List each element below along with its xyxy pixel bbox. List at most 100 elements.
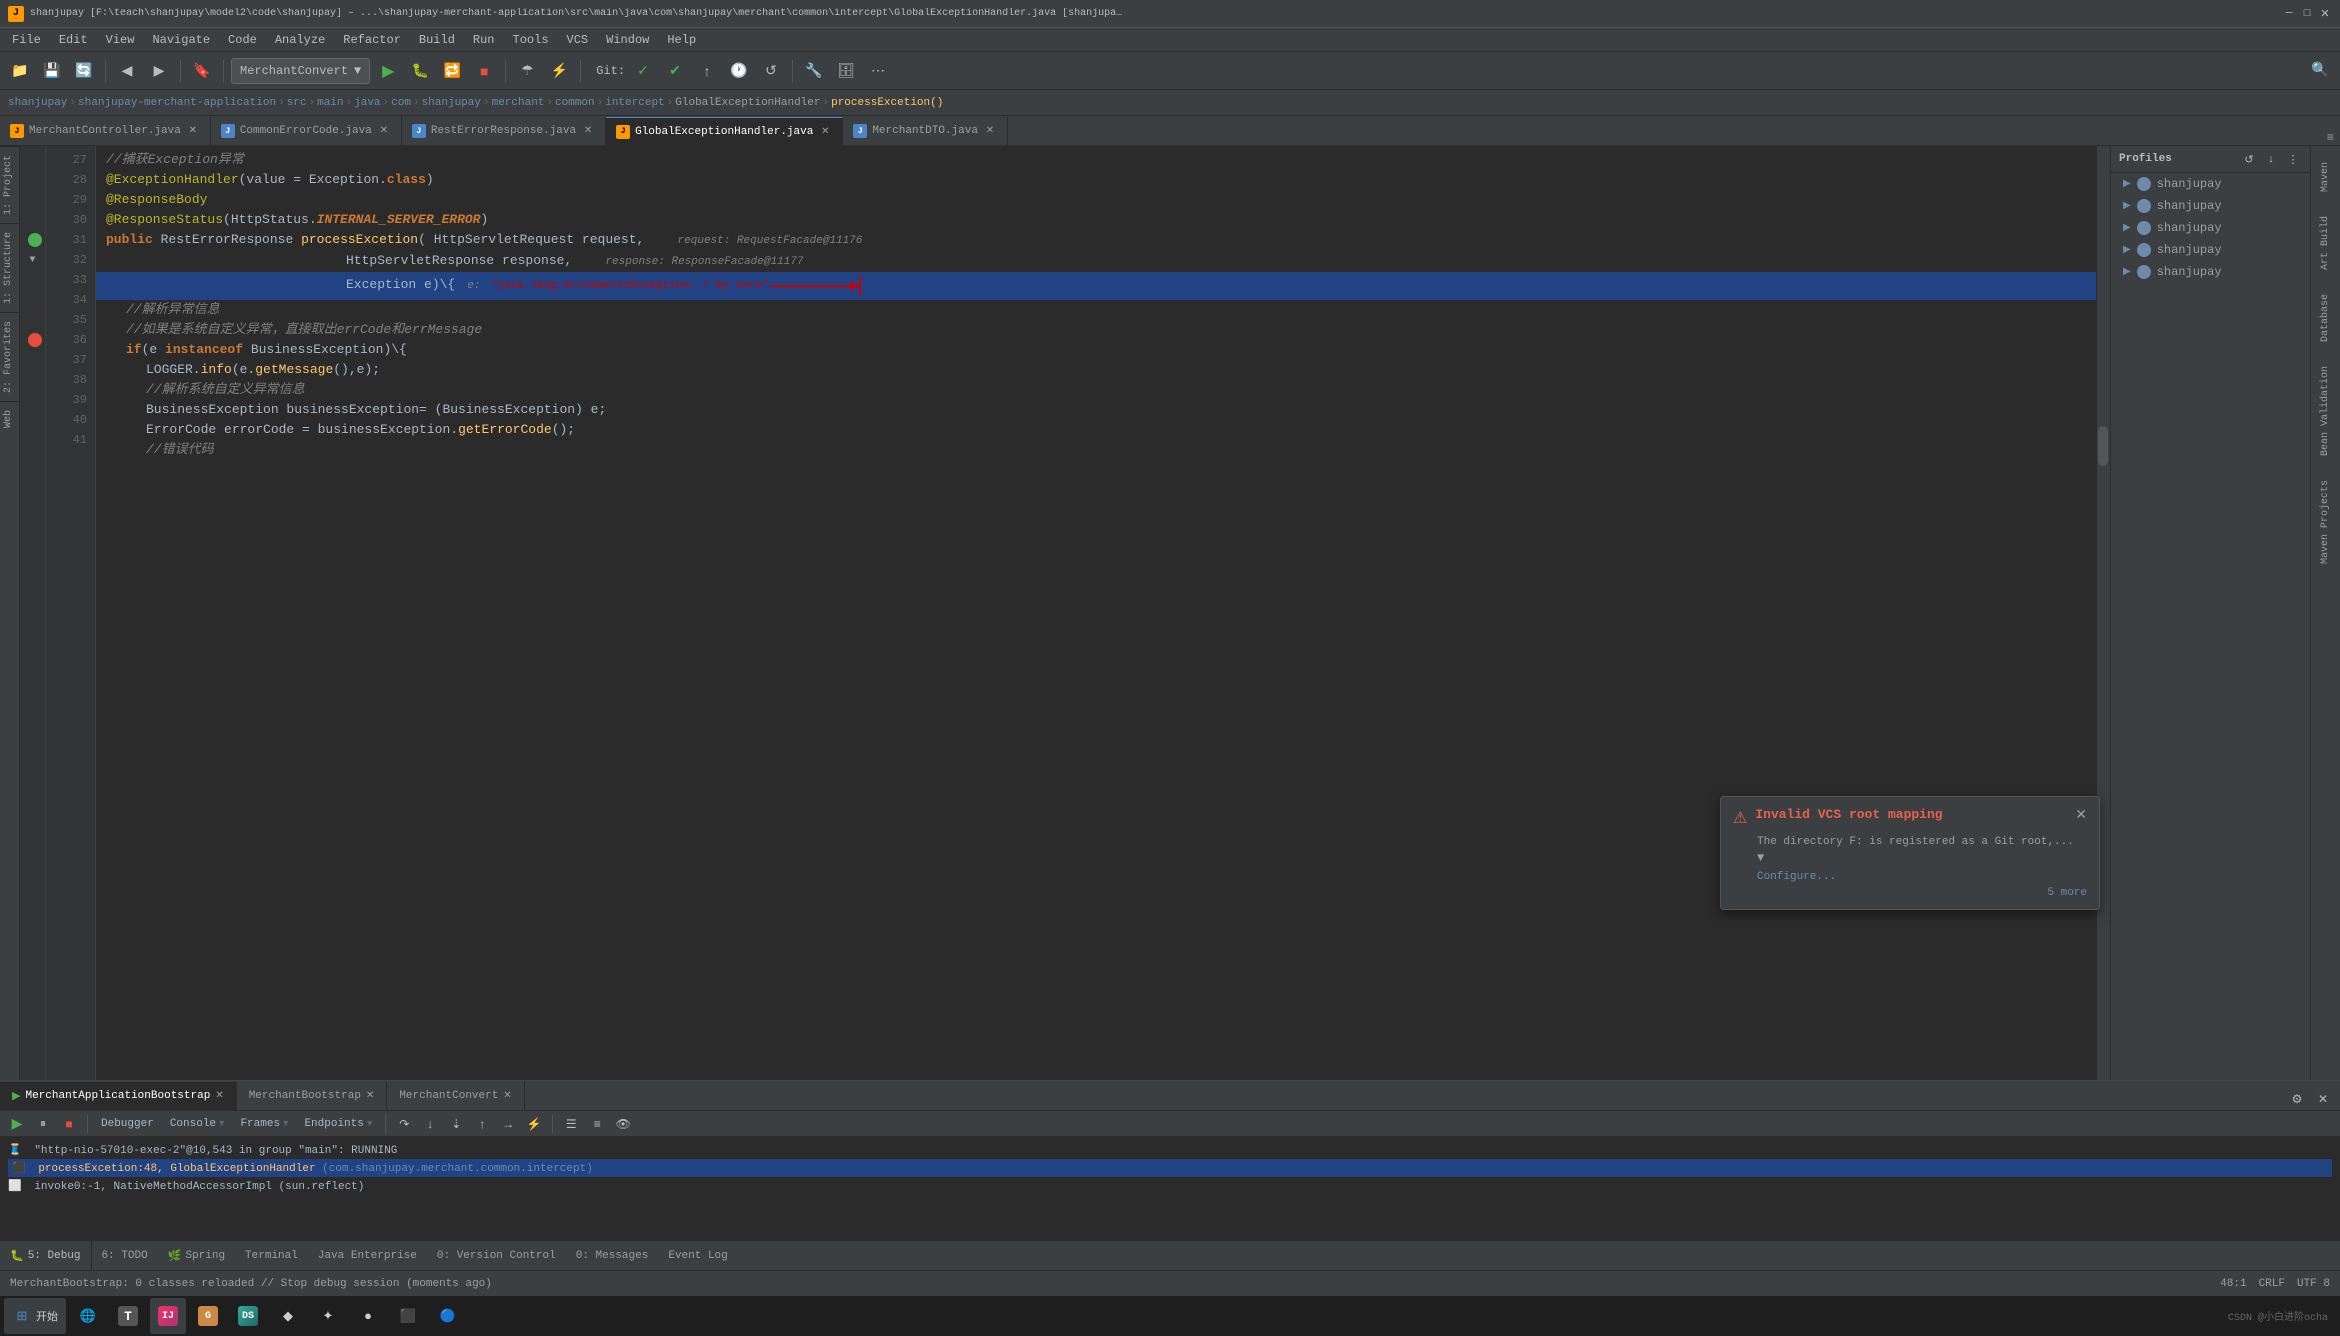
database-button[interactable]: 🗄 [832,57,860,85]
more-tabs-button[interactable]: ≡ [2327,131,2334,145]
run-config-dropdown[interactable]: MerchantConvert ▼ [231,58,370,84]
intellij-button[interactable]: IJ [150,1298,186,1334]
profile-item-3[interactable]: ▶ shanjupay [2111,217,2310,239]
save-button[interactable]: 💾 [38,57,66,85]
version-control-tab[interactable]: 0: Version Control [427,1241,566,1270]
breadcrumb-src[interactable]: src [287,97,307,109]
open-folder-button[interactable]: 📁 [6,57,34,85]
frames-subtab[interactable]: Frames ▼ [234,1116,294,1132]
more-tools-button[interactable]: ⋯ [864,57,892,85]
todo-tab[interactable]: 6: TODO [92,1241,158,1270]
menu-navigate[interactable]: Navigate [144,31,218,49]
debug-tab-merchant-convert[interactable]: MerchantConvert ✕ [387,1082,524,1110]
settings-button[interactable]: 🔧 [800,57,828,85]
tab-close-button[interactable]: ✕ [818,125,832,139]
messages-tab[interactable]: 0: Messages [566,1241,659,1270]
app5-button[interactable]: 🔵 [430,1298,466,1334]
breadcrumb-intercept[interactable]: intercept [605,97,664,109]
menu-analyze[interactable]: Analyze [267,31,333,49]
evaluate-button[interactable]: ⚡ [523,1113,545,1135]
vertical-scrollbar[interactable] [2096,146,2110,1080]
bookmark-button[interactable]: 🔖 [188,57,216,85]
step-over-button[interactable]: ↷ [393,1113,415,1135]
menu-build[interactable]: Build [411,31,463,49]
global-search-button[interactable]: 🔍 [2306,57,2334,85]
menu-refactor[interactable]: Refactor [335,31,409,49]
java-enterprise-tab[interactable]: Java Enterprise [308,1241,427,1270]
terminal-tab[interactable]: Terminal [235,1241,308,1270]
notif-expand-button[interactable]: ▼ [1757,851,1764,865]
structure-panel-tab[interactable]: 1: Structure [0,223,19,312]
refresh-profiles-button[interactable]: ↺ [2240,150,2258,168]
breadcrumb-merchant-app[interactable]: shanjupay-merchant-application [78,97,276,109]
menu-file[interactable]: File [4,31,49,49]
debug-tab-close3[interactable]: ✕ [503,1090,511,1102]
reload-button[interactable]: 🔁 [438,57,466,85]
debug-line-2[interactable]: ⬛ processExcetion:48, GlobalExceptionHan… [8,1159,2332,1177]
event-log-tab[interactable]: Event Log [658,1241,737,1270]
start-button[interactable]: ⊞ 开始 [4,1298,66,1334]
debug-tab-close2[interactable]: ✕ [366,1090,374,1102]
debug-tab-close[interactable]: ✕ [215,1090,223,1102]
code-editor[interactable]: //捕获Exception异常 @ExceptionHandler(value … [96,146,2096,1080]
breadcrumb-file[interactable]: GlobalExceptionHandler [675,97,820,109]
maximize-button[interactable]: □ [2300,7,2314,21]
app1-button[interactable]: ◆ [270,1298,306,1334]
frames-dropdown[interactable]: ▼ [283,1119,288,1129]
debugger-subtab[interactable]: Debugger [95,1116,160,1132]
close-button[interactable]: ✕ [2318,7,2332,21]
git-push-button[interactable]: ↑ [693,57,721,85]
charset-status[interactable]: UTF 8 [2297,1278,2330,1290]
force-step-into-button[interactable]: ⇣ [445,1113,467,1135]
minimize-button[interactable]: ─ [2282,7,2296,21]
menu-view[interactable]: View [98,31,143,49]
tab-merchant-controller[interactable]: J MerchantController.java ✕ [0,117,211,145]
git-rollback-button[interactable]: ↺ [757,57,785,85]
bean-validation-tab[interactable]: Bean Validation [2316,358,2335,464]
profile-button[interactable]: ⚡ [545,57,573,85]
profile-item-5[interactable]: ▶ shanjupay [2111,261,2310,283]
breadcrumb-method[interactable]: processExcetion() [831,97,943,109]
breadcrumb-java[interactable]: java [354,97,380,109]
menu-run[interactable]: Run [465,31,503,49]
debug-line-1[interactable]: 🧵 "http-nio-57010-exec-2"@10,543 in grou… [8,1141,2332,1159]
notif-more-button[interactable]: 5 more [1733,887,2087,899]
app2-button[interactable]: ✦ [310,1298,346,1334]
notif-configure-link[interactable]: Configure... [1757,871,2087,883]
breadcrumb-shanjupay2[interactable]: shanjupay [422,97,481,109]
line-endings[interactable]: CRLF [2259,1278,2285,1290]
coverage-button[interactable]: ☂ [513,57,541,85]
console-dropdown[interactable]: ▼ [219,1119,224,1129]
menu-tools[interactable]: Tools [505,31,557,49]
run-button[interactable]: ▶ [374,57,402,85]
breadcrumb-merchant[interactable]: merchant [492,97,545,109]
endpoints-dropdown[interactable]: ▼ [367,1119,372,1129]
tab-common-error[interactable]: J CommonErrorCode.java ✕ [211,117,402,145]
favorites-panel-tab[interactable]: 2: Favorites [0,312,19,401]
art-build-tab[interactable]: Art Build [2316,208,2335,278]
resume-button[interactable]: ▶ [6,1113,28,1135]
app4-button[interactable]: ⬛ [390,1298,426,1334]
git-commit-button[interactable]: ✔ [661,57,689,85]
tab-merchant-dto[interactable]: J MerchantDTO.java ✕ [843,117,1008,145]
breadcrumb-shanjupay[interactable]: shanjupay [8,97,67,109]
step-out-button[interactable]: ↑ [471,1113,493,1135]
debug-tab-merchant-bootstrap2[interactable]: MerchantBootstrap ✕ [237,1082,388,1110]
breadcrumb-main[interactable]: main [317,97,343,109]
stop-button[interactable]: ■ [470,57,498,85]
breadcrumb-common[interactable]: common [555,97,595,109]
watches-button[interactable]: 👁 [612,1113,634,1135]
debug-tab-merchant-bootstrap[interactable]: ▶ MerchantApplicationBootstrap ✕ [0,1082,237,1110]
web-panel-tab[interactable]: Web [0,401,19,436]
menu-vcs[interactable]: VCS [559,31,597,49]
tab-close-button[interactable]: ✕ [983,124,997,138]
debug-settings-button[interactable]: ⚙ [2286,1088,2308,1110]
frames-view-button[interactable]: ☰ [560,1113,582,1135]
debug-line-3[interactable]: ⬜ invoke0:-1, NativeMethodAccessorImpl (… [8,1177,2332,1195]
gutter-fold[interactable]: ▼ [29,255,35,266]
datagrip-button[interactable]: DS [230,1298,266,1334]
menu-help[interactable]: Help [659,31,704,49]
git-history-button[interactable]: 🕐 [725,57,753,85]
debug-bottom-tab[interactable]: 🐛 5: Debug [0,1241,92,1270]
tab-close-button[interactable]: ✕ [377,124,391,138]
